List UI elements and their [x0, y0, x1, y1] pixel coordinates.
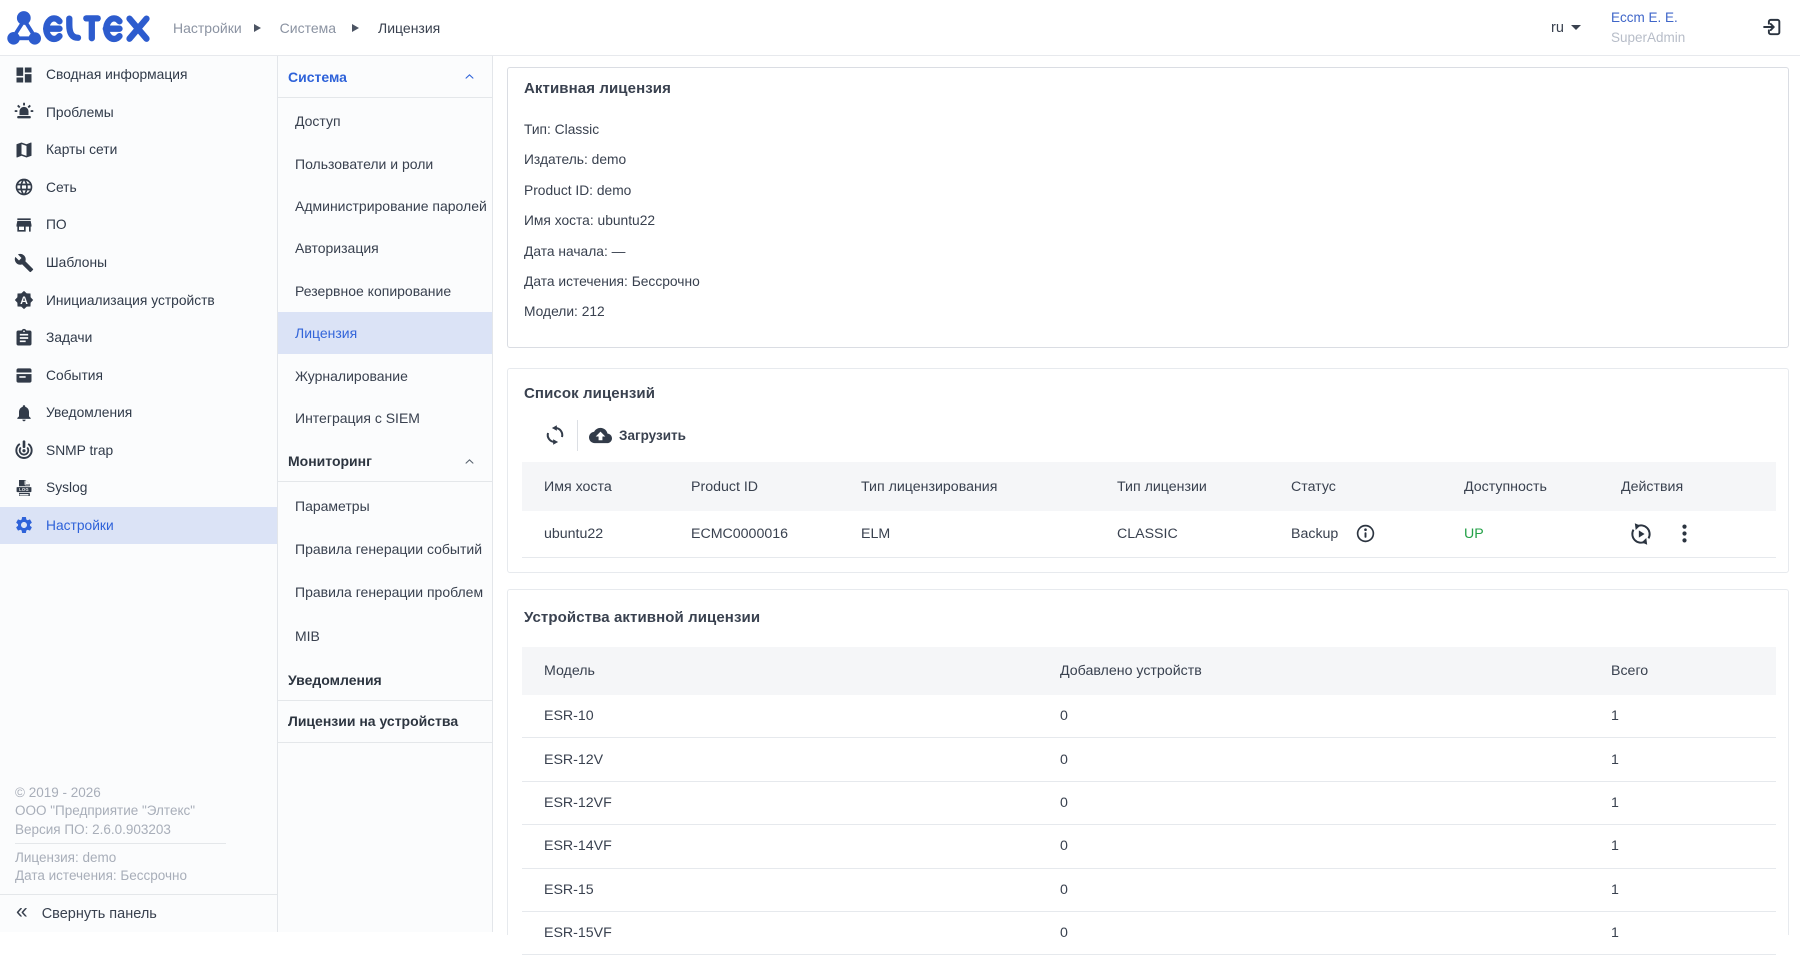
svg-text:LOG: LOG — [19, 487, 29, 492]
svg-text:A: A — [20, 295, 28, 307]
